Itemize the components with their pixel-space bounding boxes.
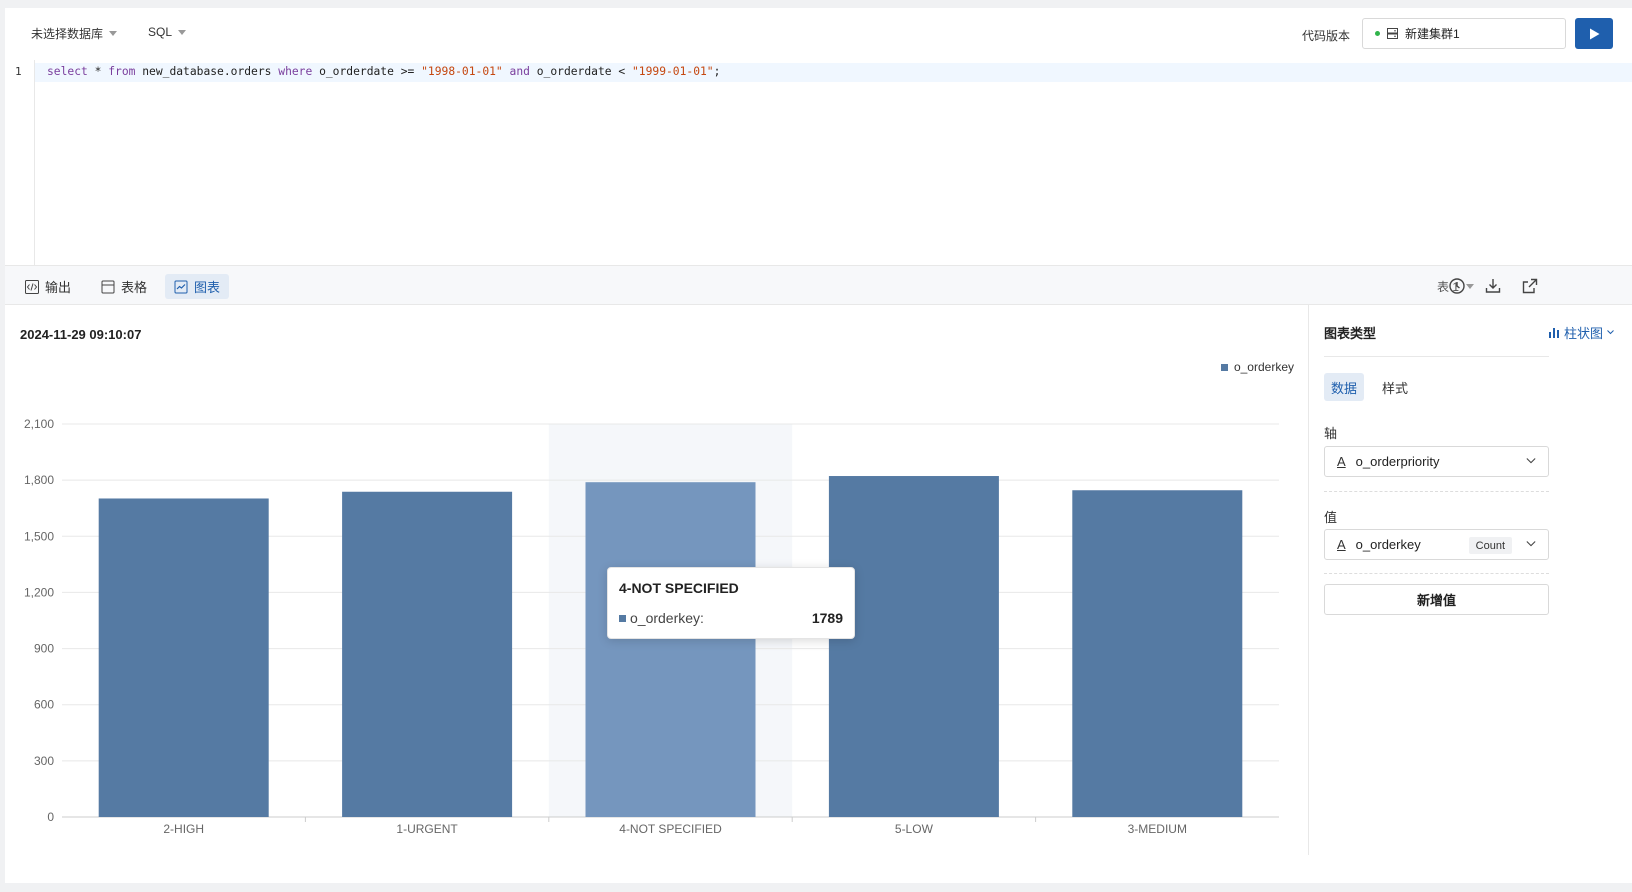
code-line[interactable]: select * from new_database.orders where … [47, 65, 720, 78]
x-tick-label: 1-URGENT [396, 822, 458, 836]
chart-config-panel: 图表类型 柱状图 数据 样式 轴 A o_orderpriority 值 A o… [1308, 305, 1632, 855]
play-icon [1589, 28, 1599, 39]
tab-style[interactable]: 样式 [1375, 373, 1415, 401]
code-token: new_database.orders [135, 65, 279, 78]
cluster-name: 新建集群1 [1405, 27, 1460, 41]
tab-chart-label: 图表 [194, 280, 221, 295]
result-tab-bar: 输出 表格 图表 表 1 [5, 265, 1632, 305]
language-select-label: SQL [148, 25, 173, 39]
y-tick-label: 300 [34, 754, 54, 768]
x-tick-label: 5-LOW [895, 822, 934, 836]
value-field-select[interactable]: A o_orderkey Count [1324, 529, 1549, 560]
axis-field-select[interactable]: A o_orderpriority [1324, 446, 1549, 477]
line-number: 1 [15, 65, 22, 78]
code-version-label[interactable]: 代码版本 [1302, 27, 1350, 44]
tab-chart[interactable]: 图表 [165, 274, 230, 299]
server-icon [1387, 28, 1398, 39]
y-tick-label: 900 [34, 642, 54, 656]
tab-output-label: 输出 [45, 280, 72, 295]
axis-field-name: o_orderpriority [1355, 454, 1440, 469]
database-select-label: 未选择数据库 [31, 27, 104, 41]
code-token: "1998-01-01" [421, 65, 503, 78]
status-dot [1375, 31, 1380, 36]
database-select[interactable]: 未选择数据库 [31, 25, 118, 42]
tab-table-label: 表格 [121, 280, 148, 295]
code-token: "1999-01-01" [631, 65, 714, 78]
bar [828, 476, 999, 817]
code-token: from [108, 65, 136, 78]
code-token: o_orderdate >= [312, 65, 422, 78]
cluster-select[interactable]: 新建集群1 [1362, 18, 1566, 49]
download-icon[interactable] [1483, 276, 1503, 296]
tooltip-swatch [619, 615, 626, 622]
x-tick-label: 4-NOT SPECIFIED [619, 822, 722, 836]
y-tick-label: 600 [34, 698, 54, 712]
x-tick-label: 2-HIGH [163, 822, 204, 836]
tab-table[interactable]: 表格 [92, 274, 156, 299]
bar [585, 482, 756, 817]
chart-type-select[interactable]: 柱状图 [1548, 323, 1614, 342]
chart-type-title: 图表类型 [1324, 326, 1377, 341]
divider [1324, 491, 1549, 492]
bar-chart-icon [1548, 327, 1559, 338]
history-icon[interactable] [1447, 276, 1467, 296]
chart-type-label: 柱状图 [1563, 326, 1603, 341]
chevron-down-icon [1607, 330, 1614, 335]
text-type-icon: A [1337, 454, 1346, 469]
x-tick-label: 3-MEDIUM [1128, 822, 1187, 836]
legend-swatch [1221, 364, 1228, 371]
text-type-icon: A [1337, 537, 1346, 552]
chart-area: 2024-11-29 09:10:07 0 300 600 900 1,200 1,500… [5, 305, 1363, 855]
caret-down-icon [109, 31, 118, 36]
value-field-name: o_orderkey [1355, 537, 1421, 552]
chart-icon [174, 280, 188, 293]
tooltip-series-label: o_orderkey: [630, 610, 704, 626]
y-tick-label: 1,200 [24, 585, 54, 599]
code-token: ; [713, 65, 721, 78]
add-value-button[interactable]: 新增值 [1324, 584, 1549, 615]
run-button[interactable] [1575, 18, 1613, 49]
sql-workbench: 未选择数据库 SQL 代码版本 新建集群1 1 select * from ne… [5, 8, 1632, 883]
share-icon[interactable] [1520, 276, 1540, 296]
line-gutter [5, 60, 35, 265]
code-token: and [509, 65, 530, 78]
legend-label: o_orderkey [1234, 360, 1294, 374]
caret-down-icon [178, 29, 187, 35]
code-token: select [47, 65, 88, 78]
divider [1324, 573, 1549, 574]
bar [98, 498, 269, 817]
bar [342, 491, 513, 817]
y-tick-label: 0 [47, 810, 54, 824]
chart-tooltip: 4-NOT SPECIFIED o_orderkey: 1789 [607, 567, 855, 639]
tab-data[interactable]: 数据 [1324, 373, 1365, 401]
value-label: 值 [1324, 510, 1338, 525]
divider [1324, 356, 1549, 357]
chevron-down-icon [1526, 458, 1536, 464]
editor-toolbar: 未选择数据库 SQL 代码版本 新建集群1 [5, 8, 1632, 60]
language-select[interactable]: SQL [148, 25, 187, 39]
bar [1072, 490, 1243, 817]
caret-down-icon [1466, 284, 1475, 289]
y-tick-label: 2,100 [24, 417, 54, 431]
code-token: o_orderdate < [529, 65, 632, 78]
chevron-down-icon [1526, 541, 1536, 547]
sql-editor[interactable]: 1 select * from new_database.orders wher… [5, 60, 1632, 265]
axis-label: 轴 [1324, 426, 1338, 441]
tab-output[interactable]: 输出 [16, 274, 80, 299]
tooltip-title: 4-NOT SPECIFIED [619, 580, 739, 596]
code-token: * [87, 65, 109, 78]
table-icon [101, 280, 115, 293]
code-token: where [278, 65, 313, 78]
y-tick-label: 1,500 [24, 529, 54, 543]
top-strip [0, 0, 1632, 8]
aggregation-tag[interactable]: Count [1468, 537, 1512, 554]
code-icon [25, 279, 39, 294]
y-tick-label: 1,800 [24, 473, 54, 487]
tooltip-value: 1789 [811, 610, 843, 626]
